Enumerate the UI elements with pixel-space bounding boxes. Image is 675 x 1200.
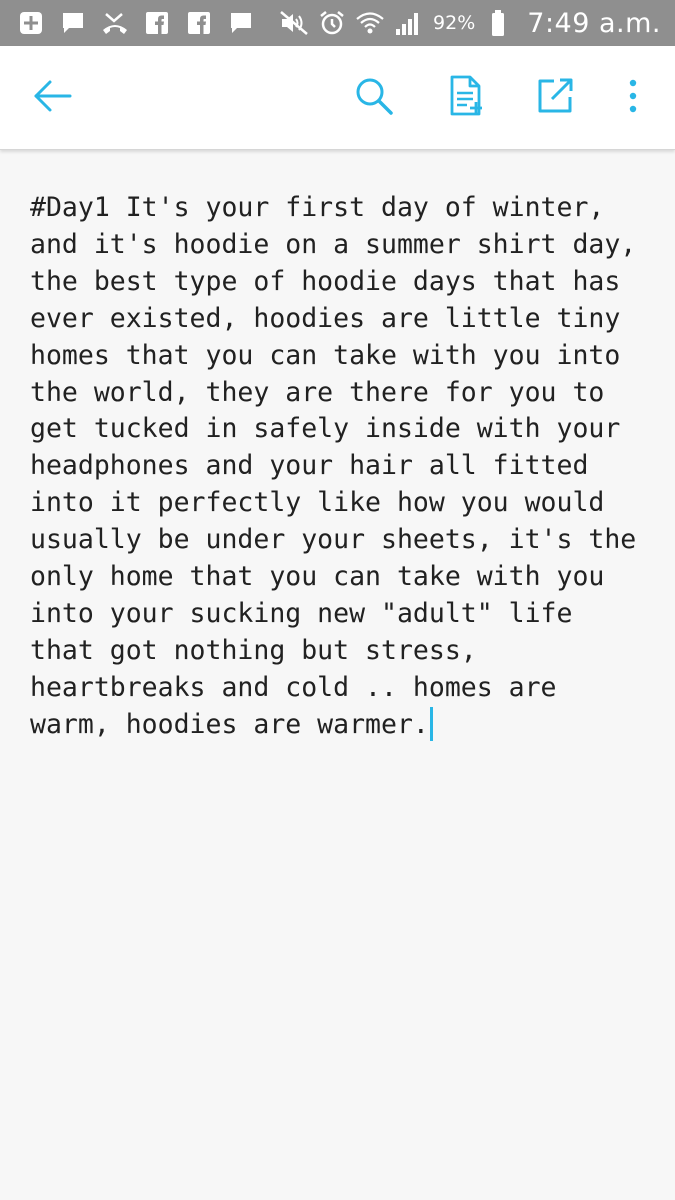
text-cursor [429, 706, 433, 741]
clock: 7:49 a.m. [527, 7, 661, 39]
status-bar: 92% 7:49 a.m. [0, 0, 675, 46]
wifi-icon [355, 8, 385, 38]
system-icons: 92% 7:49 a.m. [279, 8, 661, 39]
message-icon [58, 8, 88, 38]
app-toolbar [0, 46, 675, 150]
back-arrow-icon [30, 74, 74, 123]
search-icon [353, 75, 395, 122]
add-note-button[interactable] [436, 68, 496, 128]
add-note-icon [446, 74, 486, 123]
signal-icon [393, 8, 423, 38]
note-editor[interactable]: #Day1 It's your first day of winter, and… [30, 190, 650, 744]
battery-icon [483, 8, 513, 38]
battery-percent: 92% [433, 12, 476, 34]
facebook-icon [184, 8, 214, 38]
facebook-icon [142, 8, 172, 38]
add-box-icon [16, 8, 46, 38]
back-button[interactable] [22, 68, 82, 128]
message-icon [226, 8, 256, 38]
open-external-icon [534, 75, 576, 122]
alarm-icon [317, 8, 347, 38]
missed-call-icon [100, 8, 130, 38]
search-button[interactable] [344, 68, 404, 128]
more-options-button[interactable] [603, 68, 663, 128]
notification-icons [16, 8, 256, 38]
note-text: #Day1 It's your first day of winter, and… [30, 192, 637, 740]
more-vert-icon [627, 78, 639, 119]
open-external-button[interactable] [525, 68, 585, 128]
mute-icon [279, 8, 309, 38]
